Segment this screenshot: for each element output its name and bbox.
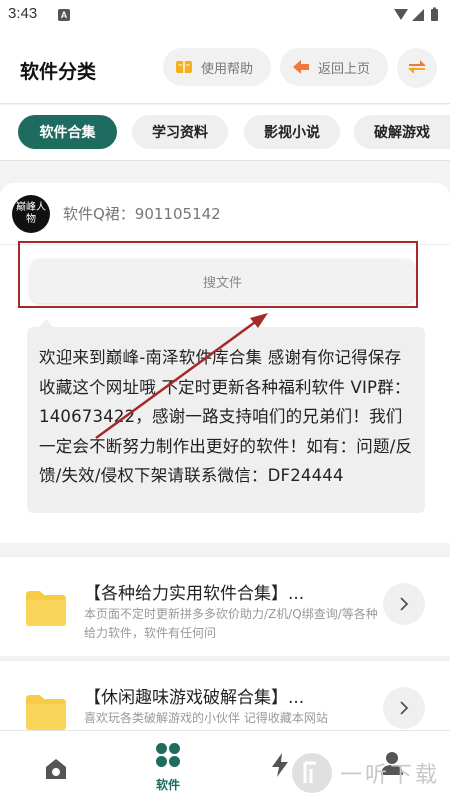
list-item[interactable]: 【各种给力实用软件合集】... 本页面不定时更新拼多多砍价助力/Z机/Q绑查询/…	[0, 556, 450, 656]
tab-study[interactable]: 学习资料	[132, 115, 228, 149]
nav-software[interactable]: 软件	[138, 741, 198, 795]
list-item-title: 【休闲趣味游戏破解合集】...	[84, 688, 305, 708]
watermark-logo-icon	[292, 753, 332, 793]
notification-badge: A	[58, 9, 70, 21]
list-item-desc: 喜欢玩各类破解游戏的小伙伴 记得收藏本网站	[84, 711, 328, 725]
annotation-frame	[18, 241, 418, 308]
folder-icon	[26, 695, 66, 730]
swap-icon	[408, 60, 426, 74]
category-tabs: 软件合集 学习资料 影视小说 破解游戏	[0, 105, 450, 161]
home-icon	[46, 759, 66, 779]
help-button[interactable]: 使用帮助	[163, 48, 271, 86]
avatar[interactable]: 巅峰人物	[12, 195, 50, 233]
back-button[interactable]: 返回上页	[280, 48, 388, 86]
open-item-button[interactable]	[383, 583, 425, 625]
signal-icon	[412, 9, 424, 21]
page-title: 软件分类	[20, 61, 97, 83]
tab-cracked-games[interactable]: 破解游戏	[354, 115, 450, 149]
back-arrow-icon	[293, 60, 309, 74]
nav-software-label: 软件	[155, 778, 180, 792]
list-item-title: 【各种给力实用软件合集】...	[84, 584, 305, 604]
chevron-right-icon	[400, 701, 409, 715]
welcome-message: 欢迎来到巅峰-南泽软件库合集 感谢有你记得保存收藏这个网址哦 不定时更新各种福利…	[27, 327, 425, 513]
battery-icon	[431, 9, 438, 21]
tab-video-novel[interactable]: 影视小说	[244, 115, 340, 149]
nav-home[interactable]	[26, 741, 86, 795]
swap-button[interactable]	[397, 48, 437, 88]
open-item-button[interactable]	[383, 687, 425, 729]
app-header: 软件分类 使用帮助 返回上页	[0, 30, 450, 104]
announcement-card: 巅峰人物 软件Q裙：901105142 搜文件 欢迎来到巅峰-南泽软件库合集 感…	[0, 183, 450, 543]
status-time: 3:43	[8, 5, 38, 22]
book-icon	[176, 61, 192, 73]
status-icons	[394, 7, 438, 21]
folder-icon	[26, 591, 66, 626]
status-bar: 3:43 A	[0, 0, 450, 30]
chevron-right-icon	[400, 597, 409, 611]
watermark-text: 一听下载	[340, 763, 441, 788]
list-item-desc: 本页面不定时更新拼多多砍价助力/Z机/Q绑查询/等各种给力软件，软件有任何问	[84, 607, 378, 640]
grid-icon	[156, 743, 180, 767]
wifi-icon	[394, 9, 408, 20]
tab-software[interactable]: 软件合集	[18, 115, 117, 149]
group-number-text: 软件Q裙：901105142	[63, 205, 221, 223]
back-button-label: 返回上页	[318, 61, 371, 77]
watermark: 一听下载	[290, 748, 450, 798]
help-button-label: 使用帮助	[201, 61, 254, 77]
